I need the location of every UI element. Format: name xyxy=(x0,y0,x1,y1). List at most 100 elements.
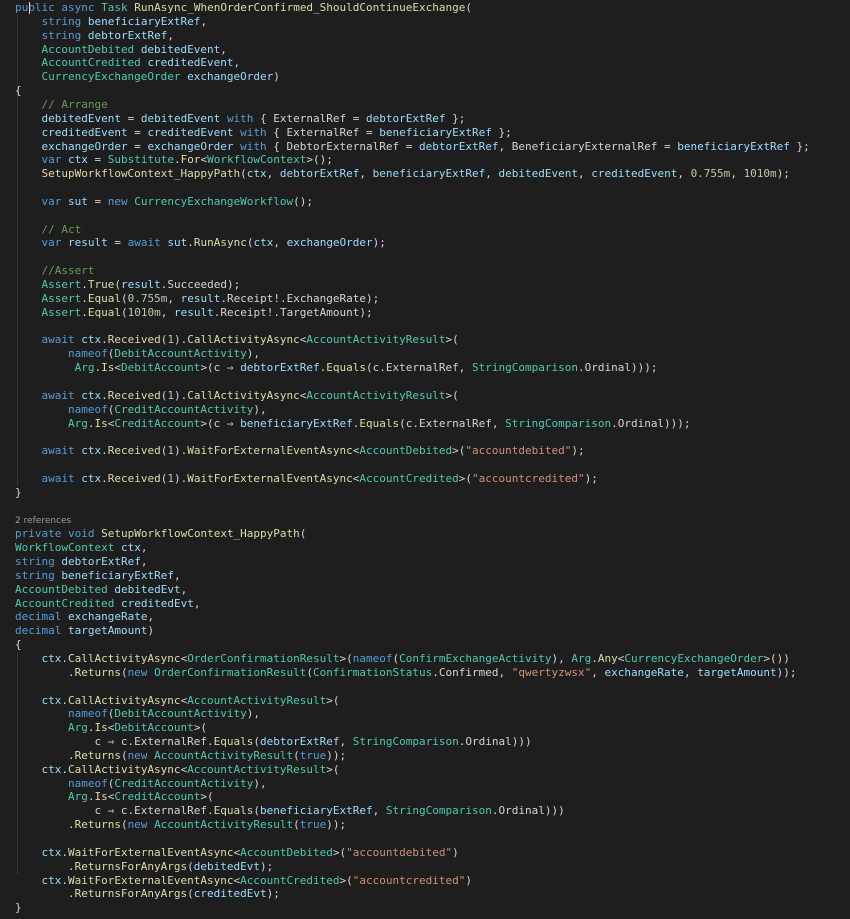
code-token: RunAsync_WhenOrderConfirmed_ShouldContin… xyxy=(134,1,466,14)
code-token: Equals xyxy=(213,804,254,818)
code-token: For xyxy=(180,153,201,167)
code-token: , xyxy=(266,167,280,181)
code-token: 1 xyxy=(167,333,174,347)
code-line: debitedEvent = debitedEvent with { Exter… xyxy=(0,112,850,126)
code-token: = xyxy=(87,153,108,167)
code-line: WorkflowContext ctx, xyxy=(0,541,850,555)
code-line: nameof(DebitAccountActivity), xyxy=(0,347,850,361)
code-token: ); xyxy=(776,167,790,181)
code-token: new xyxy=(127,748,148,762)
code-token: ) xyxy=(147,624,155,638)
code-token: Assert xyxy=(41,305,82,319)
code-token: async xyxy=(61,1,95,14)
code-token: ReturnsForAnyArgs xyxy=(74,887,188,901)
code-token: >( xyxy=(339,651,353,665)
code-token: 1010m xyxy=(127,305,161,319)
code-token: debitedEvent xyxy=(498,167,578,181)
code-token: = xyxy=(107,236,128,250)
code-token: AccountCredited xyxy=(359,471,459,485)
code-line: c ⇒ c.ExternalRef.Equals(debtorExtRef, S… xyxy=(0,735,850,749)
code-token: debitedEvent xyxy=(140,42,221,56)
code-token: ); xyxy=(266,887,280,901)
code-line: nameof(DebitAccountActivity), xyxy=(0,707,850,721)
code-editor[interactable]: public async Task RunAsync_WhenOrderConf… xyxy=(0,0,850,919)
code-token: // Arrange xyxy=(41,97,108,111)
code-token: creditedEvt xyxy=(193,887,267,901)
code-lens-line: 2 references xyxy=(0,513,850,527)
code-line: } xyxy=(0,486,850,500)
code-token: Equals xyxy=(213,735,254,749)
code-line: await ctx.Received(1).WaitForExternalEve… xyxy=(0,444,850,458)
code-token: debtorExtRef xyxy=(240,361,320,375)
code-token: 0.755m xyxy=(690,167,731,181)
code-token: = xyxy=(120,111,141,125)
code-token: Received xyxy=(107,444,161,458)
code-token: ), xyxy=(551,651,572,665)
code-token: CallActivityAsync xyxy=(187,333,300,347)
code-line: string debtorExtRef, xyxy=(0,555,850,569)
code-token: . xyxy=(67,665,75,679)
code-token: . xyxy=(67,887,75,901)
code-token: Is xyxy=(94,416,108,430)
code-token: >(c ⇒ xyxy=(200,361,241,375)
references-codelens[interactable]: 2 references xyxy=(15,516,71,526)
code-token: . xyxy=(187,236,194,250)
code-token: ctx xyxy=(81,444,102,458)
code-token: ( xyxy=(465,1,473,14)
code-token: .Ordinal))); xyxy=(577,361,658,375)
code-token: Arg xyxy=(67,416,88,430)
code-line: .Returns(new AccountActivityResult(true)… xyxy=(0,818,850,832)
code-token: CallActivityAsync xyxy=(187,388,300,402)
code-line: { xyxy=(0,84,850,98)
code-token: exchangeOrder xyxy=(187,70,274,84)
code-token: = xyxy=(127,139,148,153)
code-line: c ⇒ c.ExternalRef.Equals(beneficiaryExtR… xyxy=(0,804,850,818)
code-token: exchangeRate xyxy=(67,610,148,624)
code-token: ( xyxy=(293,818,300,832)
code-token: { xyxy=(15,638,22,652)
code-line: //Assert xyxy=(0,264,850,278)
code-token: ), xyxy=(253,776,267,790)
code-token: ( xyxy=(114,278,121,291)
code-token: , xyxy=(193,596,201,610)
code-token: .Confirmed, xyxy=(432,665,512,679)
code-token: ( xyxy=(120,818,128,832)
code-token: debtorExtRef xyxy=(61,555,141,568)
code-token: "accountcredited" xyxy=(472,471,585,485)
code-token: , xyxy=(167,28,174,42)
code-token: creditedEvt xyxy=(120,596,194,610)
code-token: , xyxy=(273,236,287,250)
code-line: CurrencyExchangeOrder exchangeOrder) xyxy=(0,70,850,84)
code-token: 1 xyxy=(167,471,174,485)
code-line: Arg.Is<CreditAccount>(c ⇒ beneficiaryExt… xyxy=(0,417,850,431)
code-token: ConfirmExchangeActivity xyxy=(399,651,552,665)
code-token: sut xyxy=(67,194,88,208)
code-token: SetupWorkflowContext_HappyPath xyxy=(101,527,300,541)
code-token: ); xyxy=(372,236,386,250)
code-token: "accountdebited" xyxy=(346,845,453,859)
code-token: ( xyxy=(240,167,247,181)
code-line: string debtorExtRef, xyxy=(0,29,850,43)
code-token: , xyxy=(160,305,174,319)
code-token: >( xyxy=(326,693,340,707)
code-token: beneficiaryExtRef xyxy=(677,139,790,153)
code-token: ). xyxy=(173,388,188,402)
code-token: Equals xyxy=(326,361,367,375)
code-token: }; xyxy=(789,139,810,153)
code-token: nameof xyxy=(67,347,108,361)
code-token: . xyxy=(61,651,68,665)
code-token: result xyxy=(120,278,161,291)
code-line: .Returns(new OrderConfirmationResult(Con… xyxy=(0,666,850,680)
code-token: Is xyxy=(94,721,108,735)
code-token: Substitute xyxy=(107,153,174,167)
code-token: AccountCredited xyxy=(240,873,340,887)
code-token: CreditAccount xyxy=(114,790,201,804)
code-token: Task xyxy=(101,1,128,14)
code-token: < xyxy=(114,361,121,375)
code-line: ctx.CallActivityAsync<AccountActivityRes… xyxy=(0,763,850,777)
code-token: "accountdebited" xyxy=(465,444,572,458)
